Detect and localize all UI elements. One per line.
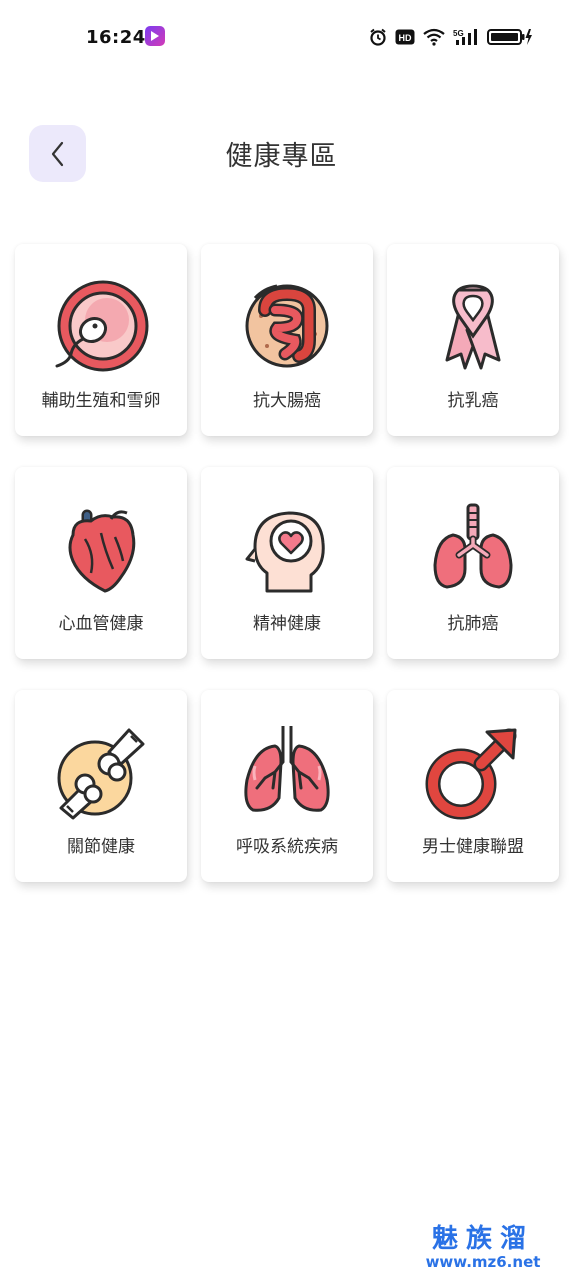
heart-organ-icon [68,509,136,593]
category-card-assisted-reproduction[interactable]: 輔助生殖和雪卵 [15,244,187,436]
head-heart-icon [245,511,325,593]
lungs-trachea-icon [433,503,513,589]
chevron-left-icon [51,141,63,166]
app-notification-icon [145,26,165,46]
alarm-icon [370,28,386,46]
category-card-mental-health[interactable]: 精神健康 [201,467,373,659]
watermark: 魅族溜 www.mz6.net [413,1224,553,1270]
lungs-icon [244,726,330,812]
intestine-icon [245,284,329,368]
back-button[interactable] [29,125,86,182]
header: 健康專區 [0,120,573,186]
egg-sperm-icon [55,280,149,372]
network-label: 5G [453,29,464,38]
category-card-mens-health[interactable]: 男士健康聯盟 [387,690,559,882]
category-label: 關節健康 [67,837,135,857]
knee-joint-icon [57,728,145,820]
category-label: 輔助生殖和雪卵 [41,391,161,411]
category-label: 抗乳癌 [447,391,499,411]
category-label: 心血管健康 [58,614,144,634]
hd-label: HD [399,33,412,43]
category-card-breast-cancer[interactable]: 抗乳癌 [387,244,559,436]
male-symbol-icon [425,728,517,820]
wifi-icon [423,28,445,46]
pink-ribbon-icon [445,284,501,370]
category-card-lung-cancer[interactable]: 抗肺癌 [387,467,559,659]
watermark-title: 魅族溜 [431,1224,534,1254]
status-icons: HD 5G [369,25,533,49]
category-card-cardiovascular[interactable]: 心血管健康 [15,467,187,659]
category-card-joint-health[interactable]: 關節健康 [15,690,187,882]
category-label: 抗大腸癌 [253,391,321,411]
status-bar: 16:24 HD 5G [0,0,573,76]
watermark-url: www.mz6.net [425,1253,541,1271]
category-label: 精神健康 [253,614,321,634]
category-card-colorectal-cancer[interactable]: 抗大腸癌 [201,244,373,436]
hd-icon: HD [395,29,415,45]
page-title-text: 健康專區 [225,141,338,172]
category-label: 男士健康聯盟 [422,837,524,857]
category-card-respiratory-disease[interactable]: 呼吸系統疾病 [201,690,373,882]
category-label: 呼吸系統疾病 [236,837,338,857]
category-label: 抗肺癌 [447,614,499,634]
status-time: 16:24 [86,27,146,48]
battery-icon [487,29,532,45]
cellular-signal-icon: 5G [453,29,477,45]
